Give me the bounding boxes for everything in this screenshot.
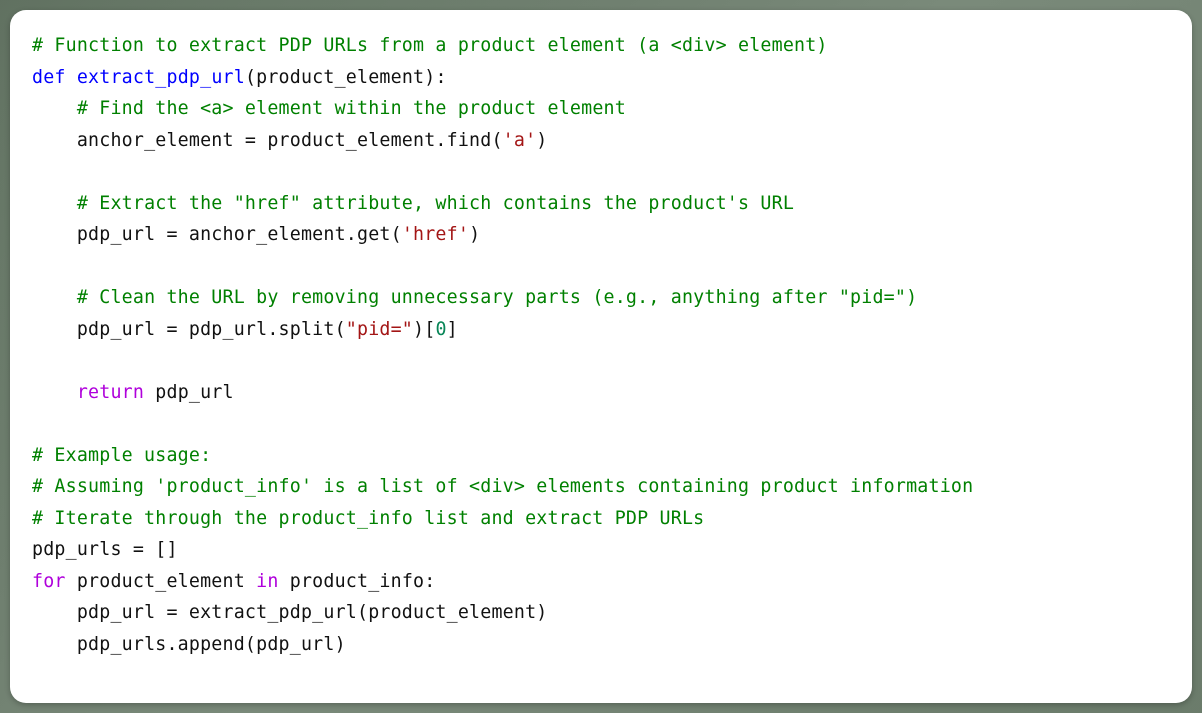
code-text: pdp_urls.append(pdp_url) — [77, 634, 346, 655]
comment-line: # Find the <a> element within the produc… — [77, 98, 626, 119]
code-block: # Function to extract PDP URLs from a pr… — [32, 30, 1170, 660]
comment-line: # Function to extract PDP URLs from a pr… — [32, 35, 828, 56]
params: (product_element): — [245, 67, 447, 88]
comment-line: # Assuming 'product_info' is a list of <… — [32, 476, 973, 497]
code-text: pdp_url = pdp_url.split( — [77, 319, 346, 340]
code-text: pdp_url = anchor_element.get( — [77, 224, 402, 245]
code-text: ] — [447, 319, 458, 340]
code-text: ) — [469, 224, 480, 245]
keyword-in: in — [256, 571, 278, 592]
keyword-for: for — [32, 571, 66, 592]
code-card: # Function to extract PDP URLs from a pr… — [10, 10, 1192, 703]
comment-line: # Clean the URL by removing unnecessary … — [77, 287, 917, 308]
function-name: extract_pdp_url — [77, 67, 245, 88]
keyword-def: def — [32, 67, 66, 88]
code-text: anchor_element = product_element.find( — [77, 130, 503, 151]
code-text: pdp_url — [144, 382, 234, 403]
comment-line: # Example usage: — [32, 445, 211, 466]
code-text: pdp_url = extract_pdp_url(product_elemen… — [77, 602, 548, 623]
code-text: )[ — [413, 319, 435, 340]
comment-line: # Iterate through the product_info list … — [32, 508, 704, 529]
code-text: product_info: — [279, 571, 436, 592]
string-literal: "pid=" — [346, 319, 413, 340]
string-literal: 'href' — [402, 224, 469, 245]
keyword-return: return — [77, 382, 144, 403]
string-literal: 'a' — [503, 130, 537, 151]
code-text: product_element — [66, 571, 257, 592]
code-text: ) — [536, 130, 547, 151]
code-text: pdp_urls = [] — [32, 539, 178, 560]
number-literal: 0 — [435, 319, 446, 340]
comment-line: # Extract the "href" attribute, which co… — [77, 193, 794, 214]
